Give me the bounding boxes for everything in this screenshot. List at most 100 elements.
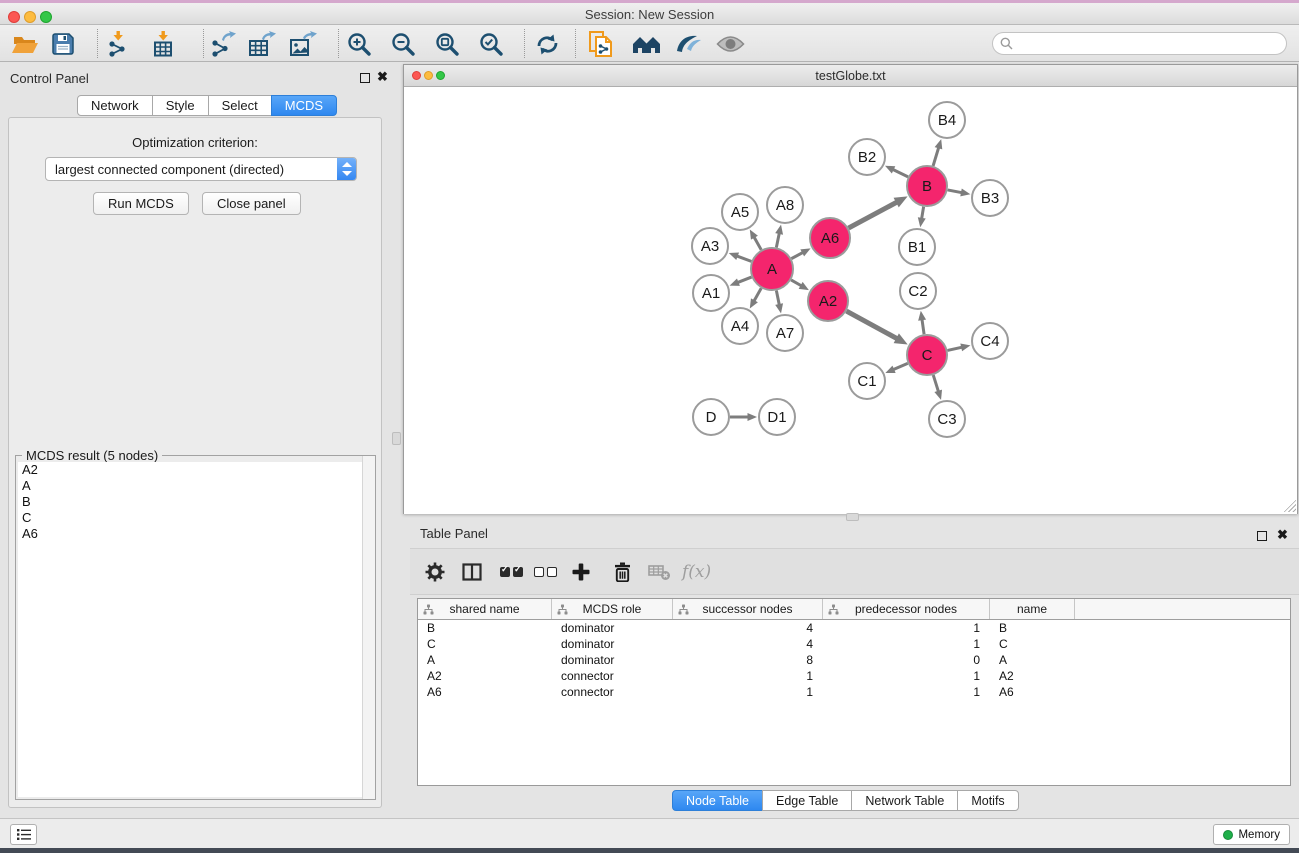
close-panel-button[interactable]: Close panel [202, 192, 301, 215]
graph-edge-C-C2[interactable] [922, 319, 924, 334]
table-cell[interactable]: dominator [552, 636, 673, 652]
graph-node-C4[interactable]: C4 [972, 323, 1008, 359]
graph-node-A3[interactable]: A3 [692, 228, 728, 264]
tab-select[interactable]: Select [208, 95, 272, 116]
graph-node-B3[interactable]: B3 [972, 180, 1008, 216]
graph-edge-A-A5[interactable] [754, 237, 761, 250]
graph-edge-A-A4[interactable] [754, 288, 761, 301]
tab-network-table[interactable]: Network Table [851, 790, 958, 811]
result-scrollbar[interactable] [362, 456, 375, 799]
column-header-successor-nodes[interactable]: successor nodes [673, 599, 823, 619]
result-item[interactable]: B [18, 494, 373, 510]
table-cell[interactable]: A [418, 652, 552, 668]
table-cell[interactable]: A6 [418, 684, 552, 700]
graph-edge-B-B1[interactable] [922, 207, 924, 219]
table-cell[interactable]: A [990, 652, 1075, 668]
tab-mcds[interactable]: MCDS [271, 95, 337, 116]
graph-edge-A-A2[interactable] [791, 280, 801, 286]
table-row[interactable]: A6connector11A6 [418, 684, 1290, 700]
table-cell[interactable]: C [418, 636, 552, 652]
table-row[interactable]: Bdominator41B [418, 620, 1290, 636]
result-item[interactable]: A [18, 478, 373, 494]
graph-edge-C-C1[interactable] [893, 363, 908, 369]
float-panel-icon[interactable] [360, 73, 370, 83]
tab-edge-table[interactable]: Edge Table [762, 790, 852, 811]
tab-motifs[interactable]: Motifs [957, 790, 1018, 811]
deselect-all-button[interactable] [534, 560, 557, 584]
zoom-out-button[interactable] [391, 31, 416, 57]
result-item[interactable]: A6 [18, 526, 373, 542]
save-session-button[interactable] [51, 31, 75, 57]
tab-node-table[interactable]: Node Table [672, 790, 763, 811]
table-cell[interactable]: dominator [552, 652, 673, 668]
table-cell[interactable]: A6 [990, 684, 1075, 700]
graph-node-B1[interactable]: B1 [899, 229, 935, 265]
zoom-in-button[interactable] [347, 31, 372, 57]
graph-edge-C-C3[interactable] [933, 375, 938, 392]
column-visibility-button[interactable] [462, 560, 482, 584]
graph-node-A[interactable]: A [751, 248, 793, 290]
delete-table-button[interactable] [648, 560, 671, 584]
table-cell[interactable]: 1 [673, 684, 823, 700]
zoom-selected-button[interactable] [479, 31, 504, 57]
add-column-button[interactable] [572, 560, 590, 584]
graph-node-C3[interactable]: C3 [929, 401, 965, 437]
graph-node-D[interactable]: D [693, 399, 729, 435]
graph-edge-B-B2[interactable] [893, 169, 908, 176]
annotation-button[interactable] [675, 31, 702, 57]
export-image-button[interactable] [289, 31, 317, 57]
delete-column-button[interactable] [613, 560, 632, 584]
graph-edge-A6-B[interactable] [849, 202, 898, 228]
result-item[interactable]: C [18, 510, 373, 526]
graph-node-C2[interactable]: C2 [900, 273, 936, 309]
table-row[interactable]: A2connector11A2 [418, 668, 1290, 684]
zoom-fit-button[interactable] [435, 31, 460, 57]
column-header-shared-name[interactable]: shared name [418, 599, 552, 619]
import-table-button[interactable] [151, 31, 175, 57]
graph-edge-A-A3[interactable] [737, 256, 752, 261]
table-cell[interactable]: B [990, 620, 1075, 636]
import-network-button[interactable] [106, 31, 130, 57]
table-cell[interactable]: connector [552, 684, 673, 700]
refresh-network-button[interactable] [534, 31, 561, 57]
select-all-button[interactable] [500, 560, 523, 584]
tab-style[interactable]: Style [152, 95, 209, 116]
table-cell[interactable]: 1 [823, 668, 990, 684]
network-window-titlebar[interactable]: testGlobe.txt [404, 65, 1297, 87]
graph-edge-A-A6[interactable] [791, 252, 803, 258]
task-history-button[interactable] [10, 824, 37, 845]
function-builder-button[interactable]: f(x) [682, 560, 711, 584]
close-panel-icon[interactable]: ✖ [377, 69, 388, 85]
table-cell[interactable]: B [418, 620, 552, 636]
table-cell[interactable]: 4 [673, 636, 823, 652]
graph-node-B[interactable]: B [907, 166, 947, 206]
graph-edge-C-C4[interactable] [947, 347, 962, 350]
network-graph[interactable]: AA1A2A3A4A5A6A7A8BB1B2B3B4CC1C2C3C4DD1 [404, 87, 1297, 514]
show-graphics-button[interactable] [716, 31, 745, 57]
vertical-splitter-handle[interactable] [392, 432, 401, 445]
table-cell[interactable]: 4 [673, 620, 823, 636]
table-cell[interactable]: 0 [823, 652, 990, 668]
clone-network-button[interactable] [588, 31, 616, 57]
graph-node-A1[interactable]: A1 [693, 275, 729, 311]
network-view-window[interactable]: testGlobe.txt AA1A2A3A4A5A6A7A8BB1B2B3B4… [403, 64, 1298, 514]
graph-edge-B-B3[interactable] [948, 190, 962, 193]
graph-node-B4[interactable]: B4 [929, 102, 965, 138]
table-cell[interactable]: 1 [823, 620, 990, 636]
toolbar-search[interactable] [992, 32, 1287, 55]
graph-node-A2[interactable]: A2 [808, 281, 848, 321]
graph-node-C[interactable]: C [907, 335, 947, 375]
table-cell[interactable]: A2 [418, 668, 552, 684]
tab-network[interactable]: Network [77, 95, 153, 116]
criterion-dropdown[interactable]: largest connected component (directed) [45, 157, 357, 181]
table-options-button[interactable] [425, 560, 445, 584]
graph-node-A5[interactable]: A5 [722, 194, 758, 230]
table-row[interactable]: Adominator80A [418, 652, 1290, 668]
table-cell[interactable]: 1 [673, 668, 823, 684]
graph-node-A7[interactable]: A7 [767, 315, 803, 351]
graph-node-B2[interactable]: B2 [849, 139, 885, 175]
table-row[interactable]: Cdominator41C [418, 636, 1290, 652]
column-header-predecessor-nodes[interactable]: predecessor nodes [823, 599, 990, 619]
table-cell[interactable]: 1 [823, 684, 990, 700]
table-cell[interactable]: C [990, 636, 1075, 652]
